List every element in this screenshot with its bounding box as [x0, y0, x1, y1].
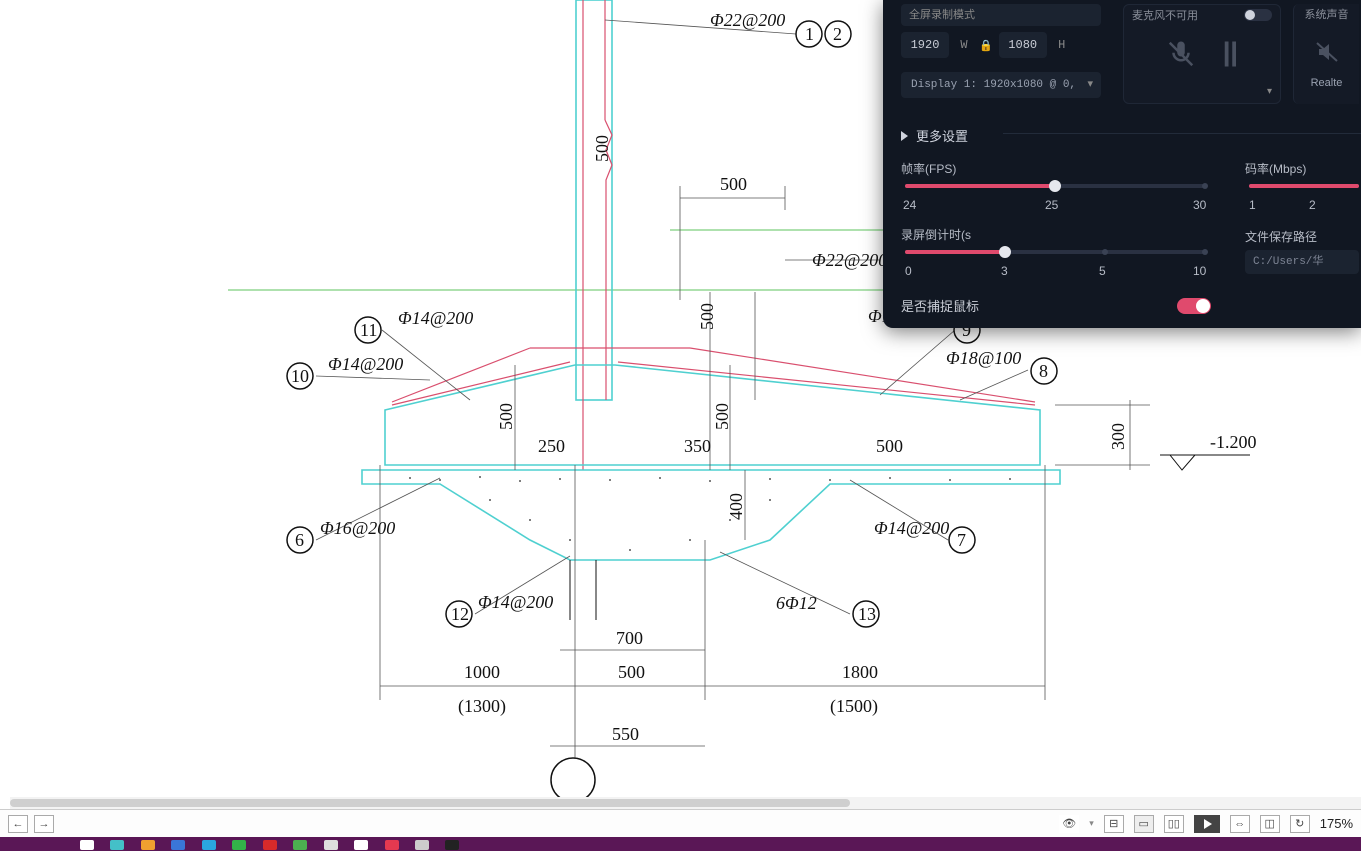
- svg-text:12: 12: [451, 604, 469, 624]
- fps-tick-30: 30: [1193, 198, 1206, 212]
- two-page-icon[interactable]: ▯▯: [1164, 815, 1184, 833]
- svg-text:2: 2: [833, 24, 842, 44]
- svg-text:700: 700: [616, 628, 643, 648]
- svg-text:13: 13: [858, 604, 876, 624]
- play-button[interactable]: [1194, 815, 1220, 833]
- svg-text:8: 8: [1039, 361, 1048, 381]
- svg-text:-1.200: -1.200: [1210, 432, 1257, 452]
- svg-text:500: 500: [592, 135, 612, 162]
- mic-label: 麦克风不可用: [1132, 7, 1198, 23]
- fps-tick-24: 24: [903, 198, 916, 212]
- divider: [1003, 133, 1361, 134]
- svg-text:500: 500: [720, 174, 747, 194]
- svg-text:11: 11: [360, 320, 377, 340]
- svg-text:500: 500: [876, 436, 903, 456]
- br-tick-1: 1: [1249, 198, 1256, 212]
- w-unit: W: [955, 38, 973, 52]
- svg-text:Φ18@100: Φ18@100: [946, 348, 1021, 368]
- height-input[interactable]: [999, 32, 1047, 58]
- crop-icon[interactable]: ◫: [1260, 815, 1280, 833]
- more-settings-toggle[interactable]: 更多设置: [901, 126, 968, 145]
- svg-text:Φ14@200: Φ14@200: [398, 308, 473, 328]
- bitrate-slider[interactable]: [1249, 184, 1359, 188]
- fit-width-icon[interactable]: ⇔: [1230, 815, 1250, 833]
- countdown-slider[interactable]: [905, 250, 1205, 254]
- zoom-level[interactable]: 175%: [1320, 816, 1353, 831]
- mic-off-icon: [1166, 39, 1196, 69]
- microphone-box: 麦克风不可用 ▾: [1123, 4, 1281, 104]
- svg-text:Φ16@200: Φ16@200: [320, 518, 395, 538]
- prev-page-button[interactable]: ←: [8, 815, 28, 833]
- svg-text:1000: 1000: [464, 662, 500, 682]
- svg-text:400: 400: [726, 493, 746, 520]
- svg-text:300: 300: [1108, 423, 1128, 450]
- record-mode-select[interactable]: 全屏录制模式: [901, 4, 1101, 26]
- viewer-bottom-toolbar: ← → 👁 ▾ ⊟ ▭ ▯▯ ⇔ ◫ ↻ 175%: [0, 809, 1361, 837]
- windows-taskbar[interactable]: [0, 837, 1361, 851]
- mic-toggle[interactable]: [1244, 9, 1272, 21]
- svg-text:500: 500: [712, 403, 732, 430]
- scrollbar-thumb[interactable]: [10, 799, 850, 807]
- speaker-off-icon: [1313, 40, 1341, 64]
- svg-text:1800: 1800: [842, 662, 878, 682]
- sys-audio-device: Realte: [1294, 77, 1359, 89]
- more-settings-label: 更多设置: [916, 126, 968, 145]
- display-select[interactable]: Display 1: 1920x1080 @ 0,: [901, 72, 1101, 98]
- svg-text:6Φ12: 6Φ12: [776, 593, 817, 613]
- svg-text:10: 10: [291, 366, 309, 386]
- lock-aspect-icon[interactable]: 🔒: [979, 39, 993, 52]
- next-page-button[interactable]: →: [34, 815, 54, 833]
- fps-slider[interactable]: [905, 184, 1205, 188]
- br-tick-2: 2: [1309, 198, 1316, 212]
- capture-mouse-toggle[interactable]: [1177, 298, 1211, 314]
- svg-text:500: 500: [697, 303, 717, 330]
- svg-text:Φ14@200: Φ14@200: [328, 354, 403, 374]
- path-label: 文件保存路径: [1245, 228, 1317, 245]
- width-input[interactable]: [901, 32, 949, 58]
- path-input[interactable]: C:/Users/华硕/Vide: [1245, 250, 1359, 274]
- h-unit: H: [1053, 38, 1071, 52]
- single-page-icon[interactable]: ▭: [1134, 815, 1154, 833]
- svg-text:550: 550: [612, 724, 639, 744]
- svg-text:Φ14@200: Φ14@200: [874, 518, 949, 538]
- visibility-icon[interactable]: 👁: [1059, 815, 1079, 833]
- horizontal-scrollbar[interactable]: [10, 797, 1361, 809]
- svg-text:6: 6: [295, 530, 304, 550]
- svg-text:7: 7: [957, 530, 966, 550]
- fps-tick-25: 25: [1045, 198, 1058, 212]
- svg-text:Φ14@200: Φ14@200: [478, 592, 553, 612]
- svg-text:(1300): (1300): [458, 696, 506, 717]
- svg-text:500: 500: [496, 403, 516, 430]
- chevron-down-icon[interactable]: ▾: [1267, 86, 1272, 97]
- svg-text:Φ22@200: Φ22@200: [812, 250, 887, 270]
- screen-recorder-panel: 全屏录制模式 W 🔒 H Display 1: 1920x1080 @ 0, 麦…: [883, 0, 1361, 328]
- play-icon: [1201, 818, 1213, 830]
- system-audio-box: 系统声音 Realte: [1293, 4, 1359, 104]
- svg-text:500: 500: [618, 662, 645, 682]
- capture-mouse-label: 是否捕捉鼠标: [901, 296, 979, 315]
- cd-tick-3: 3: [1001, 264, 1008, 278]
- countdown-label: 录屏倒计时(s: [901, 226, 971, 243]
- layout-split-icon[interactable]: ⊟: [1104, 815, 1124, 833]
- svg-text:250: 250: [538, 436, 565, 456]
- svg-text:Φ22@200: Φ22@200: [710, 10, 785, 30]
- cd-tick-10: 10: [1193, 264, 1206, 278]
- triangle-right-icon: [901, 131, 908, 141]
- mic-level-icon: [1220, 39, 1242, 69]
- cd-tick-5: 5: [1099, 264, 1106, 278]
- bitrate-label: 码率(Mbps): [1245, 160, 1306, 177]
- fps-label: 帧率(FPS): [901, 160, 956, 177]
- rotate-icon[interactable]: ↻: [1290, 815, 1310, 833]
- sys-audio-label: 系统声音: [1294, 4, 1359, 22]
- svg-text:350: 350: [684, 436, 711, 456]
- svg-text:1: 1: [805, 24, 814, 44]
- cd-tick-0: 0: [905, 264, 912, 278]
- svg-text:(1500): (1500): [830, 696, 878, 717]
